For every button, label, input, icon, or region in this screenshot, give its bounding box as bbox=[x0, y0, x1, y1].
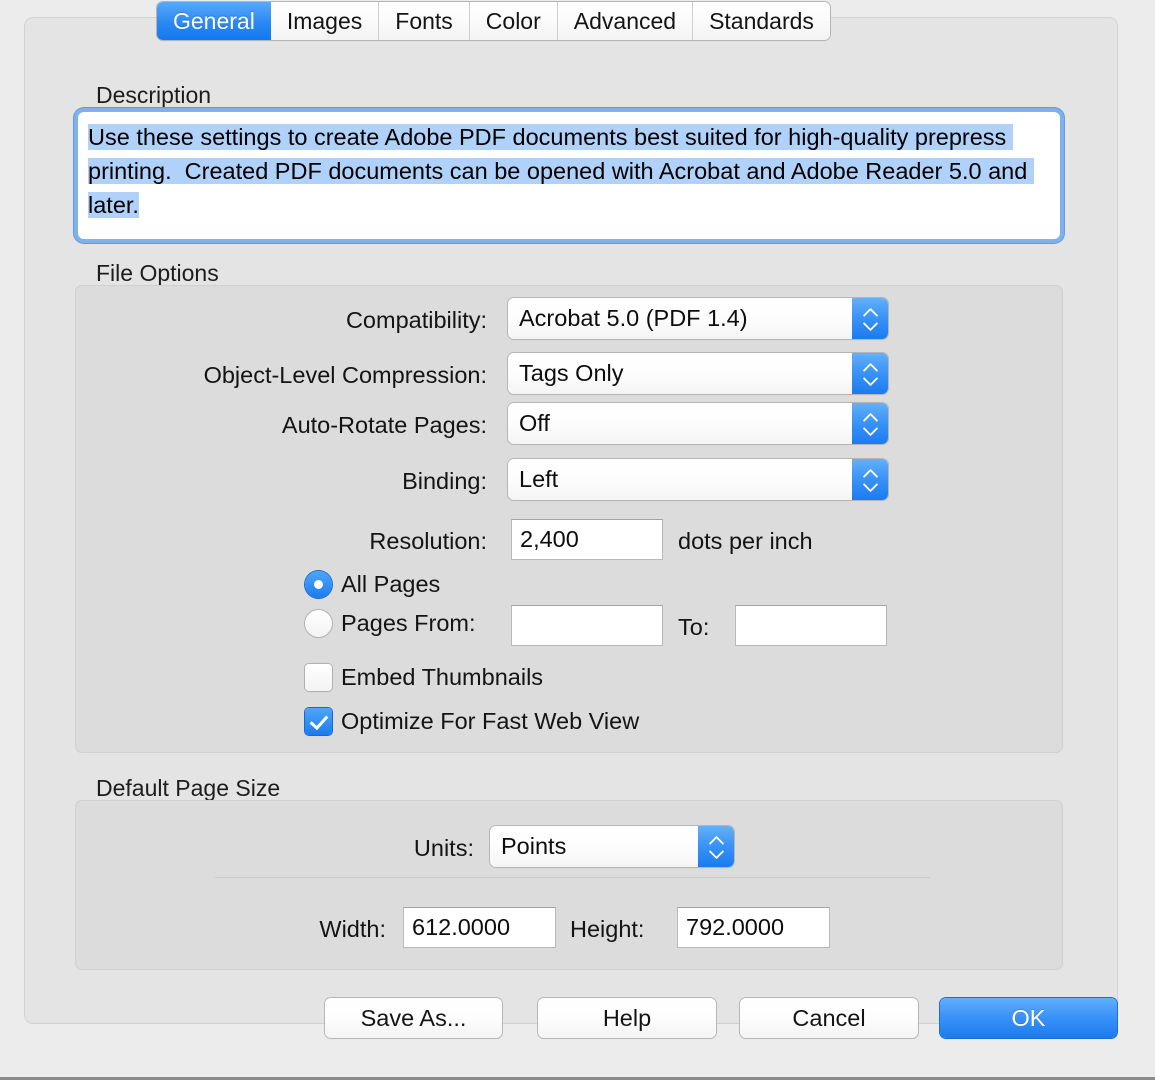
binding-value: Left bbox=[519, 466, 559, 492]
chevron-up-down-icon bbox=[852, 298, 888, 339]
tab-bar: General Images Fonts Color Advanced Stan… bbox=[157, 2, 830, 40]
save-as-button[interactable]: Save As... bbox=[325, 998, 502, 1038]
pdf-settings-window: General Images Fonts Color Advanced Stan… bbox=[0, 0, 1155, 1080]
tab-advanced[interactable]: Advanced bbox=[556, 2, 693, 40]
height-input[interactable]: 792.0000 bbox=[677, 907, 830, 948]
resolution-units-label: dots per inch bbox=[678, 528, 813, 554]
separator bbox=[215, 877, 930, 878]
all-pages-label: All Pages bbox=[341, 571, 441, 597]
tab-standards[interactable]: Standards bbox=[692, 2, 830, 40]
cancel-button[interactable]: Cancel bbox=[740, 998, 918, 1038]
radio-pages-from[interactable]: Pages From: bbox=[305, 610, 476, 637]
resolution-label: Resolution: bbox=[369, 528, 487, 554]
help-label: Help bbox=[602, 1004, 652, 1031]
auto-rotate-pages-value: Off bbox=[519, 410, 550, 436]
tab-label: Color bbox=[485, 7, 541, 34]
chevron-up-down-icon bbox=[852, 459, 888, 500]
tab-label: General bbox=[173, 7, 255, 34]
chevron-up-down-icon bbox=[852, 353, 888, 394]
checkbox-embed-thumbnails[interactable]: Embed Thumbnails bbox=[305, 664, 543, 691]
checkbox-indicator bbox=[305, 708, 332, 735]
width-value: 612.0000 bbox=[412, 914, 511, 940]
units-popup[interactable]: Points bbox=[490, 826, 734, 867]
units-label: Units: bbox=[413, 835, 474, 861]
tab-fonts[interactable]: Fonts bbox=[378, 2, 469, 40]
description-textarea[interactable]: Use these settings to create Adobe PDF d… bbox=[78, 112, 1060, 239]
description-text: Use these settings to create Adobe PDF d… bbox=[88, 120, 1050, 222]
ok-button[interactable]: OK bbox=[940, 998, 1117, 1038]
object-level-compression-label: Object-Level Compression: bbox=[203, 362, 487, 388]
auto-rotate-pages-popup[interactable]: Off bbox=[508, 403, 888, 444]
compatibility-label: Compatibility: bbox=[345, 307, 487, 333]
tab-label: Advanced bbox=[573, 7, 677, 34]
binding-label: Binding: bbox=[402, 468, 487, 494]
tab-label: Fonts bbox=[395, 7, 453, 34]
radio-indicator bbox=[305, 571, 332, 598]
height-label: Height: bbox=[570, 916, 645, 942]
checkbox-optimize-fast-web-view[interactable]: Optimize For Fast Web View bbox=[305, 708, 639, 735]
save-as-label: Save As... bbox=[360, 1004, 467, 1031]
pages-to-label: To: bbox=[678, 614, 710, 640]
description-selected-text: Use these settings to create Adobe PDF d… bbox=[88, 124, 1034, 218]
ok-label: OK bbox=[1011, 1004, 1046, 1031]
chevron-up-down-icon bbox=[852, 403, 888, 444]
file-options-section-title: File Options bbox=[96, 260, 219, 286]
tab-images[interactable]: Images bbox=[270, 2, 379, 40]
binding-popup[interactable]: Left bbox=[508, 459, 888, 500]
checkbox-indicator bbox=[305, 664, 332, 691]
help-button[interactable]: Help bbox=[538, 998, 716, 1038]
radio-indicator bbox=[305, 610, 332, 637]
optimize-fast-web-view-label: Optimize For Fast Web View bbox=[341, 708, 640, 734]
width-input[interactable]: 612.0000 bbox=[403, 907, 556, 948]
chevron-up-down-icon bbox=[698, 826, 734, 867]
pages-from-label: Pages From: bbox=[341, 610, 476, 636]
tab-color[interactable]: Color bbox=[468, 2, 557, 40]
resolution-value: 2,400 bbox=[520, 526, 579, 552]
embed-thumbnails-label: Embed Thumbnails bbox=[341, 664, 544, 690]
height-value: 792.0000 bbox=[686, 914, 785, 940]
pages-from-input[interactable] bbox=[511, 605, 663, 646]
description-section-title: Description bbox=[96, 82, 212, 108]
resolution-input[interactable]: 2,400 bbox=[511, 519, 663, 560]
width-label: Width: bbox=[319, 916, 386, 942]
compatibility-popup[interactable]: Acrobat 5.0 (PDF 1.4) bbox=[508, 298, 888, 339]
pages-to-input[interactable] bbox=[735, 605, 887, 646]
units-value: Points bbox=[501, 833, 567, 859]
auto-rotate-pages-label: Auto-Rotate Pages: bbox=[281, 412, 487, 438]
tab-label: Standards bbox=[709, 7, 814, 34]
radio-all-pages[interactable]: All Pages bbox=[305, 571, 440, 598]
default-page-size-section-title: Default Page Size bbox=[96, 775, 281, 801]
object-level-compression-popup[interactable]: Tags Only bbox=[508, 353, 888, 394]
compatibility-value: Acrobat 5.0 (PDF 1.4) bbox=[519, 305, 748, 331]
tab-general[interactable]: General bbox=[157, 2, 271, 40]
object-level-compression-value: Tags Only bbox=[519, 360, 624, 386]
tab-label: Images bbox=[286, 7, 363, 34]
cancel-label: Cancel bbox=[792, 1004, 866, 1031]
